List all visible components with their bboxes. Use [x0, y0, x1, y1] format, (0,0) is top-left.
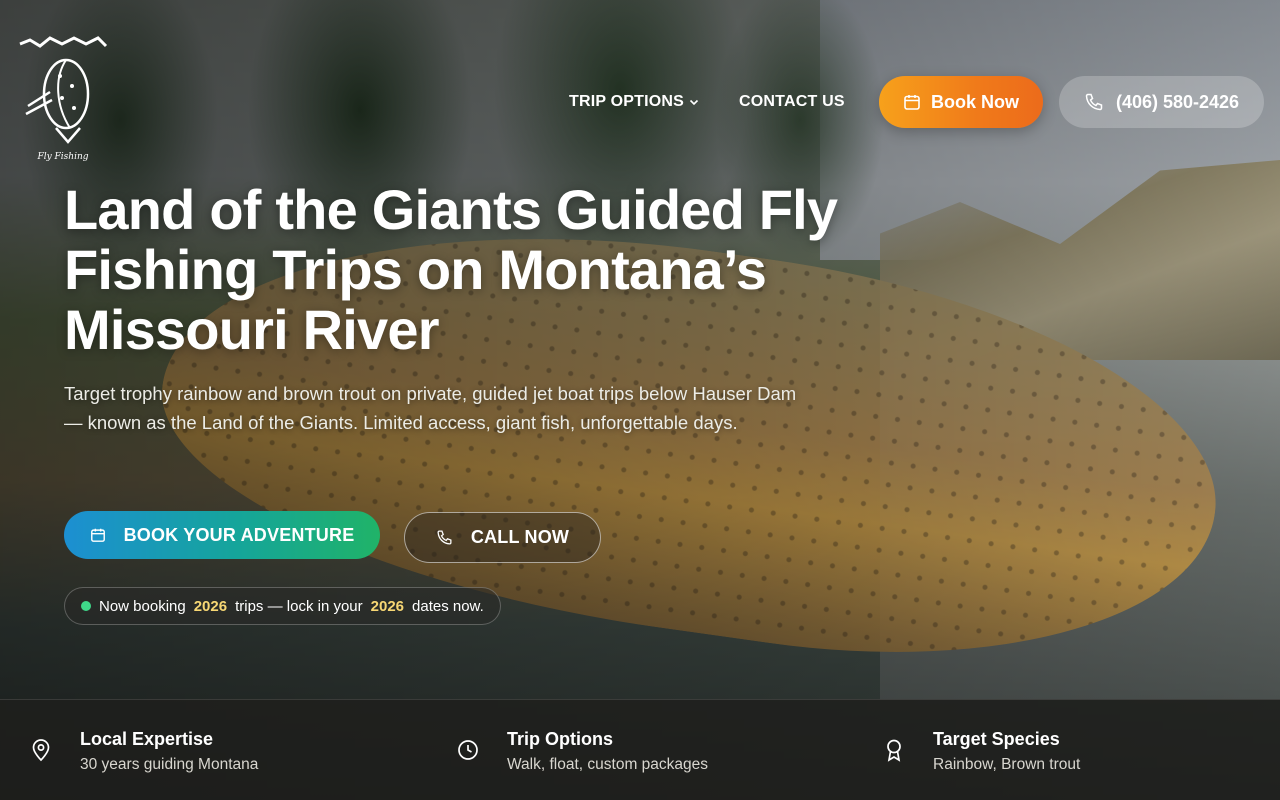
notice-prefix: Now booking [99, 597, 186, 615]
phone-icon [437, 530, 452, 545]
feature-description: Walk, float, custom packages [507, 756, 709, 773]
chevron-down-icon [689, 99, 699, 106]
book-now-label: Book Now [931, 91, 1019, 112]
call-now-label: CALL NOW [470, 527, 570, 547]
nav-trip-options[interactable]: TRIP OPTIONS [569, 93, 700, 111]
notice-middle: trips — lock in your [235, 597, 363, 615]
booking-notice-badge: Now booking 2026 trips — lock in your 20… [64, 587, 501, 625]
notice-year: 2026 [370, 597, 405, 615]
book-your-adventure-label: BOOK YOUR ADVENTURE [123, 524, 355, 545]
status-dot [81, 601, 91, 611]
calendar-icon [90, 528, 105, 542]
feature-trip-options: Trip Options Walk, float, custom package… [427, 700, 854, 800]
clock-icon [458, 740, 478, 760]
phone-link-button[interactable]: (406) 580-2426 [1059, 76, 1264, 128]
logo-tagline: Fly Fishing [37, 152, 89, 162]
notice-suffix: dates now. [412, 597, 484, 615]
feature-local-expertise: Local Expertise 30 years guiding Montana [0, 700, 427, 800]
book-your-adventure-button[interactable]: BOOK YOUR ADVENTURE [64, 511, 380, 559]
top-nav: TRIP OPTIONS CONTACT US Book Now (406) 5… [0, 76, 1280, 128]
feature-description: Rainbow, Brown trout [933, 756, 1081, 773]
call-now-button[interactable]: CALL NOW [404, 512, 601, 563]
nav-contact-us-label: CONTACT US [739, 93, 845, 110]
calendar-icon [904, 95, 920, 110]
map-pin-icon [32, 739, 50, 762]
feature-title: Target Species [933, 729, 1060, 749]
hero-cta-group: BOOK YOUR ADVENTURE CALL NOW [64, 511, 624, 563]
notice-year: 2026 [193, 597, 228, 615]
nav-trip-options-label: TRIP OPTIONS [569, 93, 685, 110]
hero-title: Land of the Giants Guided Fly Fishing Tr… [64, 178, 838, 361]
feature-bar: Local Expertise 30 years guiding Montana… [0, 699, 1280, 800]
nav-contact-us[interactable]: CONTACT US [739, 93, 845, 111]
phone-icon [1085, 93, 1103, 111]
feature-target-species: Target Species Rainbow, Brown trout [853, 700, 1280, 800]
award-icon [887, 739, 901, 762]
book-now-button[interactable]: Book Now [879, 76, 1043, 128]
hero-subtitle: Target trophy rainbow and brown trout on… [64, 383, 797, 433]
feature-title: Local Expertise [80, 729, 214, 749]
feature-title: Trip Options [507, 729, 613, 749]
phone-number: (406) 580-2426 [1115, 91, 1240, 112]
feature-description: 30 years guiding Montana [80, 756, 259, 773]
